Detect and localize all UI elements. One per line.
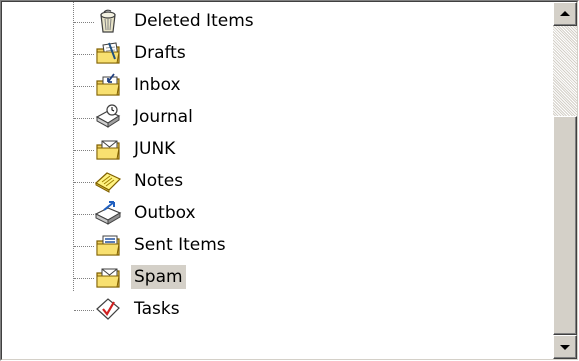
scrollbar-thumb[interactable] <box>553 116 577 335</box>
tree-branch-line <box>74 22 94 23</box>
folder-tree-panel: Deleted Items Drafts Inbox Journal JUNK … <box>1 1 578 360</box>
scroll-down-button[interactable] <box>553 335 577 359</box>
tree-branch-line <box>74 310 94 311</box>
tree-item-label[interactable]: Outbox <box>131 201 199 225</box>
tree-branch-line <box>74 54 94 55</box>
tree-item-junk[interactable]: JUNK <box>2 133 553 165</box>
folder-tree-frame: Deleted Items Drafts Inbox Journal JUNK … <box>0 0 579 361</box>
tree-item-inbox[interactable]: Inbox <box>2 69 553 101</box>
tree-item-tasks[interactable]: Tasks <box>2 293 553 325</box>
tree-item-deleted-items[interactable]: Deleted Items <box>2 5 553 37</box>
outbox-icon <box>94 201 122 225</box>
sent-items-icon <box>96 235 120 256</box>
scroll-up-button[interactable] <box>553 2 577 26</box>
tree-item-label-selected[interactable]: Spam <box>131 265 186 289</box>
drafts-folder-icon <box>96 42 120 64</box>
scroll-down-arrow-icon <box>560 345 570 350</box>
tree-branch-line <box>74 214 94 215</box>
trash-can-icon <box>100 9 116 33</box>
tree-item-journal[interactable]: Journal <box>2 101 553 133</box>
tree-item-label[interactable]: Deleted Items <box>131 9 257 33</box>
tree-item-outbox[interactable]: Outbox <box>2 197 553 229</box>
journal-icon <box>95 104 121 128</box>
tree-branch-line <box>74 278 94 279</box>
tree-item-spam[interactable]: Spam <box>2 261 553 293</box>
tasks-icon <box>96 298 120 320</box>
tree-branch-line <box>74 150 94 151</box>
tree-item-notes[interactable]: Notes <box>2 165 553 197</box>
mail-folder-icon <box>96 268 120 288</box>
inbox-icon <box>96 73 120 96</box>
tree-branch-line <box>74 246 94 247</box>
vertical-scrollbar[interactable] <box>553 2 577 359</box>
tree-item-label[interactable]: Drafts <box>131 41 189 65</box>
tree-item-sent-items[interactable]: Sent Items <box>2 229 553 261</box>
tree-branch-line <box>74 118 94 119</box>
tree-item-label[interactable]: JUNK <box>131 137 178 161</box>
notes-icon <box>94 172 122 193</box>
tree-item-label[interactable]: Inbox <box>131 73 184 97</box>
tree-branch-line <box>74 182 94 183</box>
tree-branch-line <box>74 86 94 87</box>
mail-folder-icon <box>96 140 120 160</box>
tree-item-label[interactable]: Journal <box>131 105 196 129</box>
tree-item-label[interactable]: Notes <box>131 169 186 193</box>
scroll-up-arrow-icon <box>560 11 570 16</box>
tree-item-label[interactable]: Sent Items <box>131 233 229 257</box>
folder-tree: Deleted Items Drafts Inbox Journal JUNK … <box>2 2 553 359</box>
tree-item-drafts[interactable]: Drafts <box>2 37 553 69</box>
tree-item-label[interactable]: Tasks <box>131 297 183 321</box>
